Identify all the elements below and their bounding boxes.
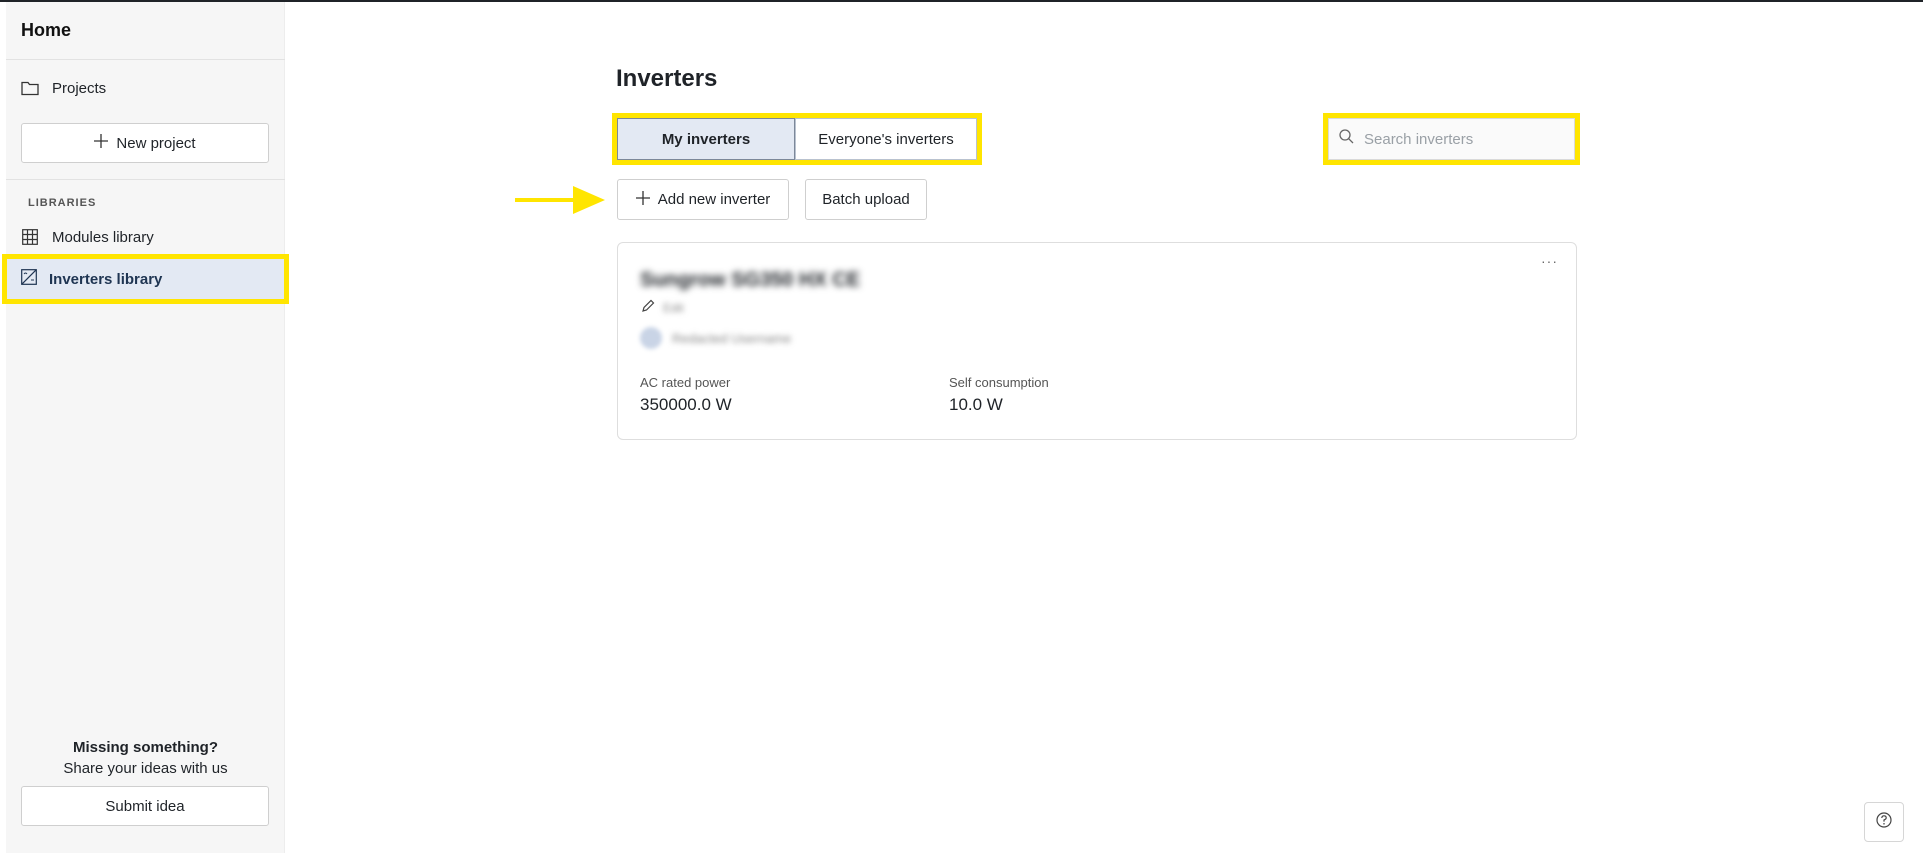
add-new-inverter-label: Add new inverter [657,191,771,208]
edit-text: Edit [663,301,684,315]
search-input[interactable] [1364,130,1564,148]
tab-my-inverters[interactable]: My inverters [617,118,795,160]
owner-info: Redacted Username [640,327,791,349]
plus-icon [635,190,650,209]
help-button[interactable] [1864,802,1904,842]
new-project-button[interactable]: New project [21,123,269,163]
pencil-icon [642,299,655,317]
submit-idea-label: Submit idea [105,797,185,815]
missing-something-subtitle: Share your ideas with us [63,760,228,777]
main-content: Inverters My inverters Everyone's invert… [285,2,1923,853]
avatar [640,327,662,349]
sidebar-item-label: Inverters library [49,270,163,288]
sidebar-item-modules[interactable]: Modules library [20,222,154,252]
owner-name: Redacted Username [672,330,792,346]
sidebar-item-label: Projects [52,79,107,97]
inverter-name: Sungrow SG350 HX CE [640,269,861,291]
sidebar-item-projects[interactable]: Projects [20,73,106,103]
inverter-card[interactable]: ··· Sungrow SG350 HX CE Edit Redacted Us… [617,242,1577,440]
inverter-icon [21,269,37,289]
plus-icon [94,134,109,152]
sidebar-item-inverters[interactable]: Inverters library [2,254,289,304]
folder-icon [20,78,40,98]
sidebar-item-label: Modules library [52,228,154,246]
add-new-inverter-button[interactable]: Add new inverter [617,179,789,220]
more-icon[interactable]: ··· [1541,253,1558,269]
spec-label-ac-power: AC rated power [640,375,731,390]
batch-upload-label: Batch upload [822,191,910,208]
spec-label-self-consumption: Self consumption [949,375,1049,390]
page-title: Inverters [616,65,718,92]
sidebar: Home Projects New project LIBRARIES Modu… [2,2,289,853]
help-icon [1876,811,1892,833]
sidebar-divider [6,59,285,60]
home-title[interactable]: Home [21,20,71,41]
spec-value-ac-power: 350000.0 W [640,395,732,414]
libraries-section-label: LIBRARIES [28,197,97,209]
search-box[interactable] [1328,118,1575,160]
arrow-right-icon [515,183,605,222]
missing-something-title: Missing something? [72,739,218,756]
active-item-content: Inverters library [21,269,162,289]
search-icon [1339,129,1354,149]
submit-idea-button[interactable]: Submit idea [21,786,269,826]
grid-icon [20,227,40,247]
tab-everyones-inverters[interactable]: Everyone's inverters [795,118,977,160]
new-project-label: New project [116,134,196,152]
sidebar-divider [6,179,285,180]
batch-upload-button[interactable]: Batch upload [805,179,927,220]
edit-link[interactable]: Edit [642,299,684,317]
spec-value-self-consumption: 10.0 W [949,395,1003,414]
